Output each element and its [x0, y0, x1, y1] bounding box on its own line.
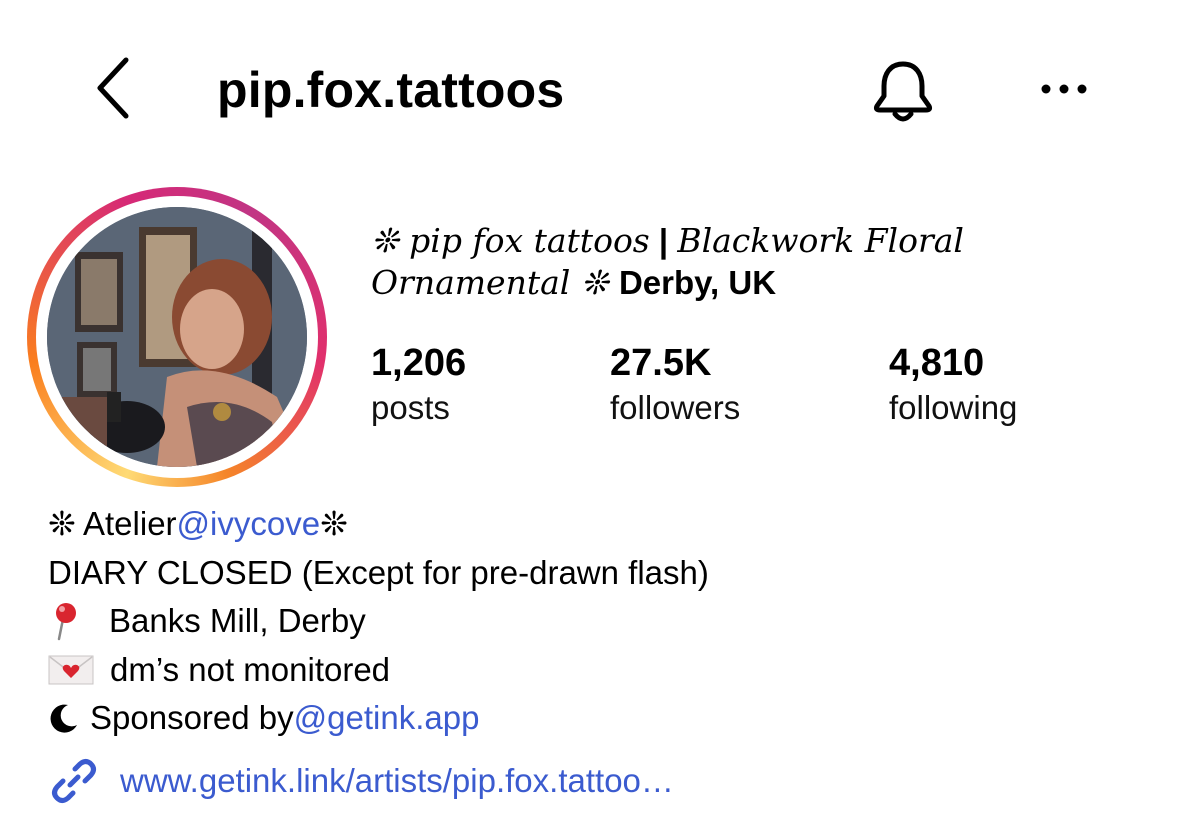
bio-line-diary: DIARY CLOSED (Except for pre-drawn flash…: [48, 549, 709, 598]
external-link[interactable]: www.getink.link/artists/pip.fox.tattoo…: [48, 755, 674, 807]
external-link-text[interactable]: www.getink.link/artists/pip.fox.tattoo…: [120, 757, 674, 805]
followers-stat[interactable]: 27.5K followers: [610, 340, 740, 430]
bio-text: Banks Mill, Derby: [109, 602, 366, 639]
story-ring[interactable]: [27, 187, 327, 487]
profile-category: Blackwork Floral: [677, 221, 964, 260]
profile-page: pip.fox.tattoos ❊ pip fox tattoos | Blac…: [0, 0, 1179, 826]
bio-text: DIARY CLOSED (Except for pre-drawn flash…: [48, 553, 709, 591]
bio-line-atelier: ❊ Atelier @ivycove ❊: [48, 500, 709, 549]
following-stat[interactable]: 4,810 following: [889, 340, 1017, 430]
followers-label: followers: [610, 389, 741, 426]
profile-display-name: ❊ pip fox tattoos | Blackwork Floral Orn…: [371, 220, 1011, 304]
bio-text: Sponsored by: [90, 699, 294, 736]
more-horizontal-icon: [1041, 84, 1087, 94]
profile-category-cont: Ornamental ❊: [371, 263, 619, 302]
bio-text: dm’s not monitored: [110, 650, 391, 688]
bio-text: ❊ Atelier: [48, 505, 177, 542]
profile-location: Derby, UK: [618, 264, 777, 301]
chevron-left-icon: [97, 57, 129, 119]
mention-link-ivycove[interactable]: @ivycove: [177, 500, 321, 549]
posts-label: posts: [371, 389, 450, 426]
following-label: following: [889, 389, 1018, 426]
mention-link-getink[interactable]: @getink.app: [294, 694, 480, 743]
link-icon: [52, 759, 96, 803]
following-count: 4,810: [889, 342, 985, 384]
pushpin-icon: [56, 603, 76, 641]
posts-count: 1,206: [371, 342, 467, 384]
notifications-button[interactable]: [866, 56, 940, 126]
more-options-button[interactable]: [1034, 74, 1094, 104]
bell-icon: [873, 61, 933, 122]
name-separator: |: [649, 222, 678, 259]
avatar[interactable]: [47, 207, 307, 467]
love-letter-icon: [48, 655, 94, 685]
bio-line-sponsor: Sponsored by @getink.app: [48, 694, 709, 743]
profile-username: pip.fox.tattoos: [217, 62, 565, 118]
bio-text: ❊: [320, 505, 348, 542]
bio-line-location: Banks Mill, Derby: [48, 597, 709, 646]
profile-name-text: ❊ pip fox tattoos: [371, 221, 650, 260]
back-button[interactable]: [88, 52, 138, 124]
bio-line-dm: dm’s not monitored: [48, 646, 709, 695]
posts-stat[interactable]: 1,206 posts: [371, 340, 466, 430]
crescent-moon-icon: [50, 704, 77, 733]
profile-bio: ❊ Atelier @ivycove ❊ DIARY CLOSED (Excep…: [48, 500, 709, 743]
followers-count: 27.5K: [610, 342, 712, 384]
